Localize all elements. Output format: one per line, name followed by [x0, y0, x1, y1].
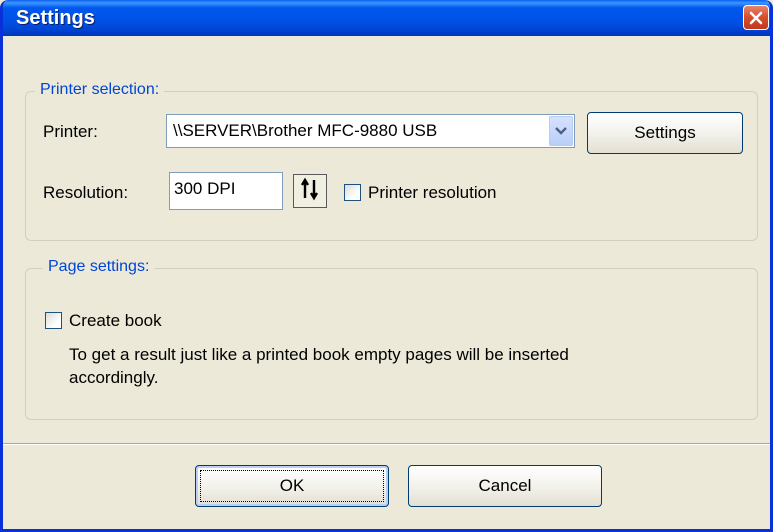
create-book-description-line2: accordingly. [69, 368, 159, 387]
printer-select-value: \\SERVER\Brother MFC-9880 USB [173, 121, 438, 140]
printer-dropdown-button[interactable] [549, 116, 573, 146]
create-book-checkbox[interactable] [45, 312, 62, 329]
close-button[interactable] [743, 5, 769, 30]
footer-separator [3, 443, 770, 445]
printer-settings-button-label: Settings [634, 123, 696, 142]
resolution-input[interactable]: 300 DPI [169, 172, 283, 210]
ok-button[interactable]: OK [195, 465, 389, 507]
create-book-label[interactable]: Create book [69, 311, 162, 331]
create-book-description-line1: To get a result just like a printed book… [69, 345, 569, 364]
resolution-value: 300 DPI [174, 179, 236, 198]
printer-resolution-checkbox[interactable] [344, 184, 361, 201]
window-title: Settings [16, 7, 95, 29]
resolution-spinner[interactable] [293, 174, 327, 208]
page-settings-legend: Page settings: [43, 258, 155, 276]
chevron-down-icon [555, 122, 567, 140]
title-bar[interactable]: Settings [3, 0, 770, 36]
cancel-button-label: Cancel [478, 476, 532, 495]
printer-resolution-label[interactable]: Printer resolution [368, 183, 497, 203]
spin-arrows-icon [299, 176, 321, 207]
printer-select[interactable]: \\SERVER\Brother MFC-9880 USB [166, 114, 575, 148]
printer-selection-legend: Printer selection: [35, 81, 165, 99]
cancel-button[interactable]: Cancel [408, 465, 602, 507]
ok-focus-rect [200, 470, 384, 502]
printer-label: Printer: [43, 122, 98, 141]
printer-settings-button[interactable]: Settings [587, 112, 743, 154]
settings-dialog: Settings Printer selection: Printer: \\S… [0, 0, 773, 532]
resolution-label: Resolution: [43, 183, 129, 202]
close-icon [749, 11, 763, 25]
